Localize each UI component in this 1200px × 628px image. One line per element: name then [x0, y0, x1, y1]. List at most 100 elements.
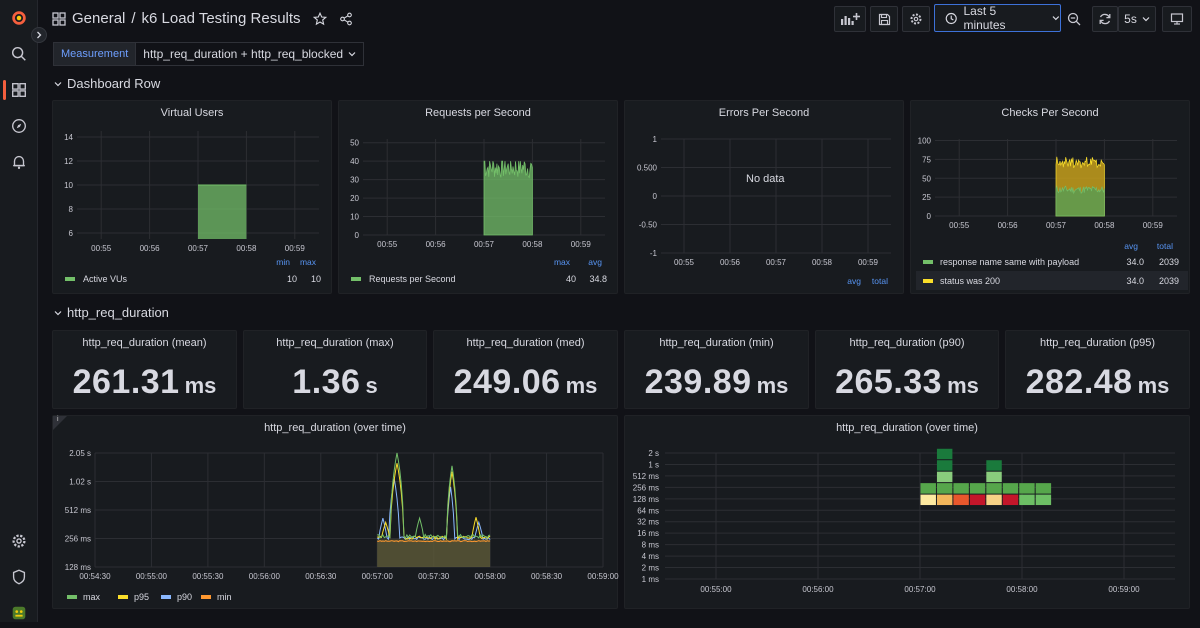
- row-title: Dashboard Row: [67, 76, 161, 91]
- variable-value: http_req_duration + http_req_blocked: [143, 47, 344, 61]
- alerting-bell-icon[interactable]: [0, 147, 38, 177]
- heatmap-cell: [986, 460, 1002, 471]
- stat-panel-p90[interactable]: http_req_duration (p90) 265.33 ms: [815, 330, 999, 409]
- row-header-dashboard-row[interactable]: Dashboard Row: [54, 76, 160, 91]
- dashboard-grid-icon: [52, 11, 66, 26]
- zoom-out-button[interactable]: [1063, 6, 1085, 32]
- duration-line-chart: 00:54:30 00:55:00 00:55:30 00:56:00 00:56:30…: [65, 449, 619, 602]
- x-tick-label: 00:59:00: [587, 572, 619, 581]
- heatmap-cell: [986, 471, 1002, 483]
- x-tick-label: 00:58: [812, 258, 833, 267]
- y-tick-label: 6: [69, 229, 74, 238]
- legend-header: avg: [588, 257, 602, 267]
- star-icon[interactable]: [312, 11, 327, 26]
- refresh-interval-picker[interactable]: 5s: [1118, 6, 1156, 32]
- y-tick-label: 20: [350, 194, 359, 203]
- panel-duration-over-time[interactable]: i http_req_duration (over time) 00:54:30…: [52, 415, 619, 609]
- x-tick-label: 00:58:30: [531, 572, 563, 581]
- refresh-button[interactable]: [1092, 6, 1118, 32]
- virtual-users-chart: 00:55 00:56 00:57 00:58 00:59 6 8 10 12 14 min max A…: [64, 131, 321, 284]
- stat-panel-max[interactable]: http_req_duration (max) 1.36 s: [243, 330, 427, 409]
- share-icon[interactable]: [339, 12, 353, 26]
- stat-number: 261.31: [72, 363, 180, 401]
- legend-header: total: [1157, 241, 1173, 251]
- time-range-picker[interactable]: Last 5 minutes: [934, 4, 1061, 32]
- row-header-http-req-duration[interactable]: http_req_duration: [54, 305, 169, 320]
- x-tick-label: 00:57: [1046, 221, 1067, 230]
- heatmap-cell: [1019, 483, 1035, 494]
- legend-header: max: [300, 257, 317, 267]
- legend-value: 10: [311, 274, 321, 284]
- y-tick-label: 2.05 s: [69, 449, 91, 458]
- x-tick-label: 00:57: [474, 240, 495, 249]
- stat-unit: ms: [184, 373, 217, 398]
- save-dashboard-button[interactable]: [870, 6, 898, 32]
- tv-mode-button[interactable]: [1162, 6, 1192, 32]
- heatmap-cell: [936, 460, 953, 471]
- y-tick-label: -1: [650, 249, 658, 258]
- dashboard-settings-button[interactable]: [902, 6, 930, 32]
- panel-virtual-users[interactable]: Virtual Users 00:55 00:56 00:57 00:58 00:59 6…: [52, 100, 332, 294]
- stat-value: 261.31 ms: [53, 363, 236, 402]
- heatmap-cell: [1019, 494, 1035, 506]
- monitor-icon: [1170, 13, 1184, 25]
- heatmap-cell: [953, 494, 969, 506]
- stat-panel-p95[interactable]: http_req_duration (p95) 282.48 ms: [1005, 330, 1190, 409]
- y-tick-label: 8: [69, 205, 74, 214]
- heatmap-cell: [936, 471, 953, 483]
- refresh-interval-label: 5s: [1124, 12, 1137, 26]
- shield-icon[interactable]: [0, 562, 38, 592]
- breadcrumb-folder[interactable]: General: [72, 10, 125, 27]
- panel-checks-per-second[interactable]: Checks Per Second 00:55 00:56 00:57 00:58 00…: [910, 100, 1190, 294]
- x-tick-label: 00:56: [140, 244, 161, 253]
- measurement-variable-select[interactable]: http_req_duration + http_req_blocked: [136, 42, 365, 66]
- gear-icon: [910, 13, 922, 25]
- y-tick-label: 8 ms: [642, 541, 659, 550]
- legend-series-name: Requests per Second: [369, 274, 456, 284]
- heatmap-cell: [1002, 494, 1019, 506]
- stat-title: http_req_duration (med): [466, 337, 585, 349]
- x-tick-label: 00:57:00: [904, 585, 936, 594]
- x-tick-label: 00:54:30: [79, 572, 111, 581]
- y-tick-label: -0.50: [639, 221, 658, 230]
- settings-gear-icon[interactable]: [0, 526, 38, 556]
- legend-header: min: [276, 257, 290, 267]
- legend-value: 34.0: [1126, 257, 1144, 267]
- x-tick-label: 00:59:00: [1108, 585, 1140, 594]
- stat-panel-med[interactable]: http_req_duration (med) 249.06 ms: [433, 330, 618, 409]
- expand-sidebar-button[interactable]: [31, 27, 47, 43]
- legend-header: avg: [847, 276, 861, 286]
- explore-compass-icon[interactable]: [0, 111, 38, 141]
- x-tick-label: 00:56:30: [305, 572, 337, 581]
- heatmap-cell: [1002, 483, 1019, 494]
- dashboards-icon[interactable]: [0, 75, 38, 105]
- heatmap-cell: [986, 483, 1002, 494]
- dashboard-title[interactable]: k6 Load Testing Results: [142, 10, 301, 27]
- legend-swatch: [118, 595, 128, 599]
- stat-panel-min[interactable]: http_req_duration (min) 239.89 ms: [624, 330, 809, 409]
- panel-errors-per-second[interactable]: Errors Per Second 00:55 00:56 00:57 00:58 00…: [624, 100, 904, 294]
- stat-title: http_req_duration (mean): [82, 337, 207, 349]
- stat-value: 282.48 ms: [1006, 363, 1189, 402]
- x-tick-label: 00:59: [285, 244, 306, 253]
- legend-value: 2039: [1159, 257, 1179, 267]
- legend-swatch: [161, 595, 171, 599]
- stat-panel-mean[interactable]: http_req_duration (mean) 261.31 ms: [52, 330, 237, 409]
- user-avatar[interactable]: [0, 598, 38, 628]
- series-fill-min: [377, 539, 491, 567]
- x-tick-label: 00:56:00: [802, 585, 834, 594]
- chevron-down-icon: [348, 52, 356, 57]
- add-panel-button[interactable]: [834, 6, 866, 32]
- stat-title: http_req_duration (p90): [849, 337, 965, 349]
- x-tick-label: 00:59: [1143, 221, 1164, 230]
- panel-requests-per-second[interactable]: Requests per Second 00:55 00:56 00:57 00:58…: [338, 100, 618, 294]
- search-icon[interactable]: [0, 39, 38, 69]
- legend-swatch: [201, 595, 211, 599]
- panel-duration-heatmap[interactable]: http_req_duration (over time) 1 ms 2 ms 4 …: [624, 415, 1190, 609]
- y-tick-label: 128 ms: [65, 563, 91, 572]
- legend-series-name: max: [83, 592, 101, 602]
- legend-series-name: p95: [134, 592, 149, 602]
- x-tick-label: 00:56:00: [249, 572, 281, 581]
- legend-series-name: min: [217, 592, 232, 602]
- y-tick-label: 0: [355, 231, 360, 240]
